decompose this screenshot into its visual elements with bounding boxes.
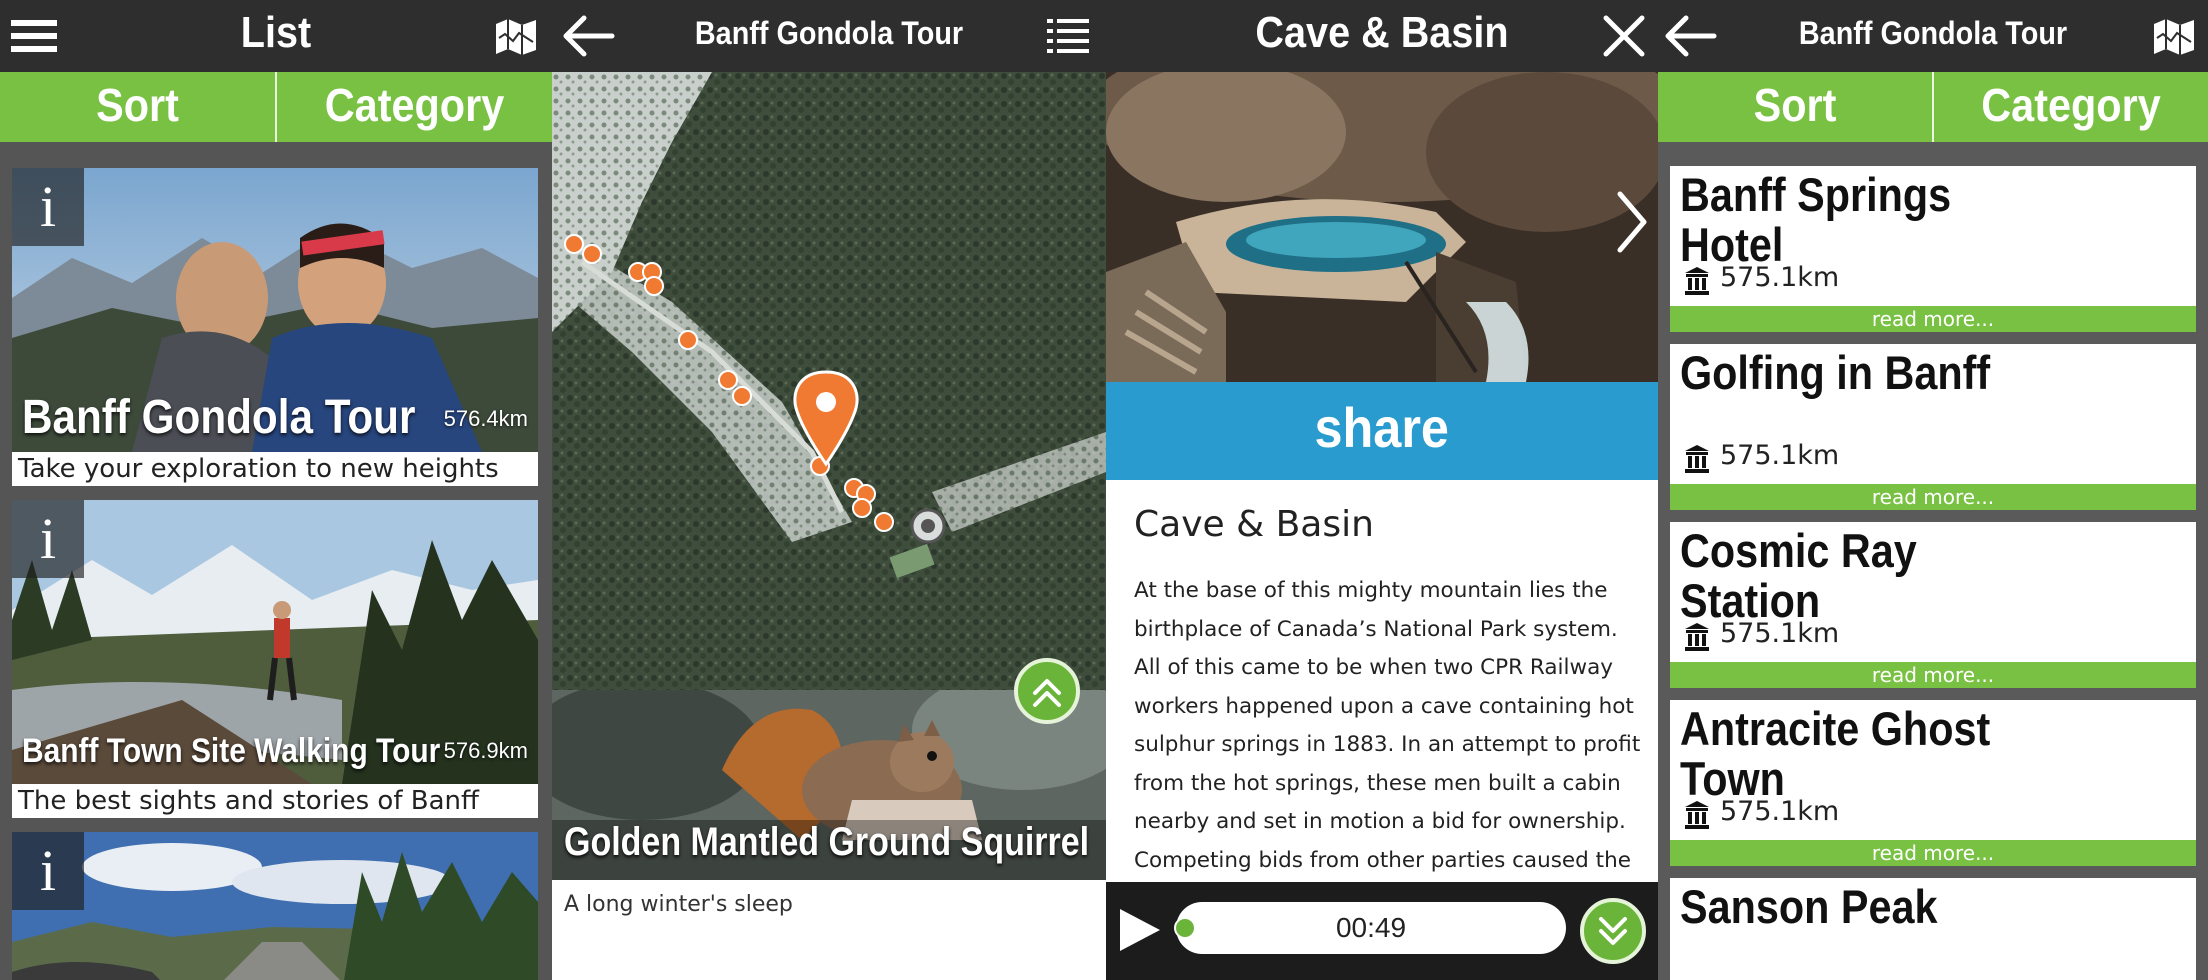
map-topbar: Banff Gondola Tour <box>552 0 1106 72</box>
tour-title: Banff Town Site Walking Tour <box>22 732 441 770</box>
tour-distance: 576.9km <box>443 738 528 763</box>
list-screen: List Sort Category i Banff Gondola Tour … <box>0 0 552 980</box>
detail-topbar: Cave & Basin <box>1106 0 1658 72</box>
landmark-icon <box>1684 266 1710 301</box>
article-title: Cave & Basin <box>1134 504 1374 545</box>
detail-screen: Cave & Basin share Cave & Basin At the b… <box>1106 0 1658 980</box>
close-icon[interactable] <box>1596 8 1652 64</box>
item-name: Cosmic Ray Station <box>1680 524 1917 627</box>
list-icon[interactable] <box>1040 8 1096 64</box>
tour-card-banff-gondola[interactable]: i Banff Gondola Tour 576.4km Take your e… <box>12 168 538 486</box>
folded-map-icon[interactable] <box>488 8 544 64</box>
audio-player: 00:49 <box>1106 882 1658 980</box>
tab-sort[interactable]: Sort <box>14 72 262 142</box>
hamburger-menu-icon[interactable] <box>6 8 62 64</box>
poi-title: Golden Mantled Ground Squirrel <box>564 820 1090 864</box>
audio-progress-track[interactable]: 00:49 <box>1174 902 1566 954</box>
article-line: Competing bids from other parties caused… <box>1134 847 1631 873</box>
tab-category[interactable]: Category <box>1948 72 2195 142</box>
read-more-link[interactable]: read more... <box>1670 662 2196 688</box>
landmark-icon <box>1684 800 1710 835</box>
item-name: Banff Springs Hotel <box>1680 168 1952 271</box>
info-icon[interactable]: i <box>12 168 84 246</box>
poi-marker-icon <box>644 276 664 296</box>
article-line: nearby and set in motion a bid for owner… <box>1134 809 1626 834</box>
tour-card-partial[interactable]: i <box>12 832 538 980</box>
item-distance: 575.1km <box>1720 618 1840 649</box>
read-more-link[interactable]: read more... <box>1670 306 2196 332</box>
double-chevron-up-icon[interactable] <box>1014 658 1080 724</box>
article-line: workers happened upon a cave containing … <box>1134 693 1634 719</box>
article-line: All of this came to be when two CPR Rail… <box>1134 655 1613 680</box>
tour-photo <box>12 832 538 980</box>
tour-subtitle: The best sights and stories of Banff <box>12 784 538 818</box>
tour-distance: 576.4km <box>443 406 528 431</box>
poi-marker-icon <box>732 386 752 406</box>
item-distance: 575.1km <box>1720 796 1840 827</box>
back-arrow-icon[interactable] <box>1662 8 1718 64</box>
hero-photo[interactable] <box>1106 72 1658 382</box>
landmark-icon <box>1684 444 1710 479</box>
back-arrow-icon[interactable] <box>560 8 616 64</box>
article-line: At the base of this mighty mountain lies… <box>1134 578 1608 603</box>
item-name: Sanson Peak <box>1680 880 1938 933</box>
list-item[interactable]: Cosmic Ray Station 575.1km read more... <box>1670 522 2196 688</box>
category-tabs: Sort Category <box>1658 72 2208 142</box>
list-item[interactable]: Banff Springs Hotel 575.1km read more... <box>1670 166 2196 332</box>
share-label: share <box>1314 396 1450 459</box>
article-line: sulphur springs in 1883. In an attempt t… <box>1134 732 1641 757</box>
poi-marker-icon <box>582 244 602 264</box>
tour-title: Banff Gondola Tour <box>22 391 416 444</box>
landmark-icon <box>1684 622 1710 657</box>
map-pin-icon <box>793 370 859 467</box>
poi-subtitle: A long winter's sleep <box>564 892 793 917</box>
info-icon[interactable]: i <box>12 500 84 578</box>
article-line: birthplace of Canada’s National Park sys… <box>1134 616 1618 642</box>
item-name: Antracite Ghost Town <box>1680 702 1991 805</box>
item-name: Golfing in Banff <box>1680 346 1991 399</box>
category-list-screen: Banff Gondola Tour Sort Category Banff S… <box>1658 0 2208 980</box>
gondola-station-icon <box>889 508 946 579</box>
item-distance: 575.1km <box>1720 262 1840 293</box>
page-title: Banff Gondola Tour <box>694 15 964 51</box>
folded-map-icon[interactable] <box>2146 8 2202 64</box>
category-topbar: Banff Gondola Tour <box>1658 0 2208 72</box>
poi-marker-icon <box>564 234 584 254</box>
share-button[interactable]: share <box>1106 382 1658 480</box>
tab-divider <box>275 72 277 142</box>
tab-category[interactable]: Category <box>291 72 539 142</box>
item-distance: 575.1km <box>1720 440 1840 471</box>
list-item[interactable]: Sanson Peak <box>1670 878 2196 980</box>
page-title: Cave & Basin <box>1255 8 1509 57</box>
map-screen: Banff Gondola Tour Golden Mantled Ground… <box>552 0 1106 980</box>
tab-divider <box>1932 72 1934 142</box>
page-title: Banff Gondola Tour <box>1798 15 2068 51</box>
map-markers <box>552 72 1106 690</box>
list-item[interactable]: Golfing in Banff 575.1km read more... <box>1670 344 2196 510</box>
list-topbar: List <box>0 0 552 72</box>
list-tabs: Sort Category <box>0 72 552 142</box>
poi-marker-icon <box>874 512 894 532</box>
read-more-link[interactable]: read more... <box>1670 484 2196 510</box>
read-more-link[interactable]: read more... <box>1670 840 2196 866</box>
chevron-right-icon[interactable] <box>1614 190 1650 259</box>
play-icon[interactable] <box>1116 906 1164 959</box>
double-chevron-down-icon[interactable] <box>1580 898 1646 964</box>
list-item[interactable]: Antracite Ghost Town 575.1km read more..… <box>1670 700 2196 866</box>
page-title: List <box>240 8 312 57</box>
poi-marker-icon <box>852 498 872 518</box>
article-line: from the hot springs, these men built a … <box>1134 770 1621 796</box>
info-icon[interactable]: i <box>12 832 84 910</box>
tab-sort[interactable]: Sort <box>1672 72 1919 142</box>
article-body: At the base of this mighty mountain lies… <box>1134 572 1644 880</box>
tour-subtitle: Take your exploration to new heights <box>12 452 538 486</box>
poi-marker-icon <box>718 370 738 390</box>
audio-time: 00:49 <box>1335 912 1407 943</box>
poi-marker-icon <box>678 330 698 350</box>
tour-card-banff-town-walking[interactable]: i Banff Town Site Walking Tour 576.9km T… <box>12 500 538 818</box>
